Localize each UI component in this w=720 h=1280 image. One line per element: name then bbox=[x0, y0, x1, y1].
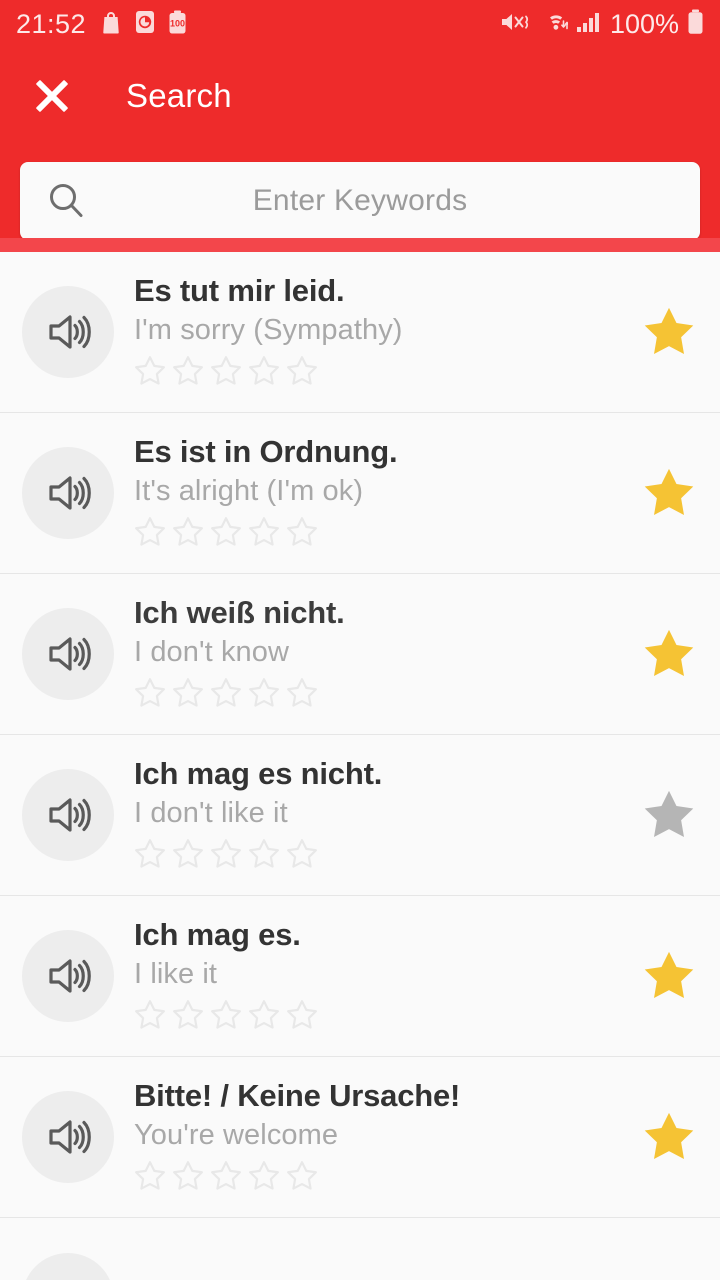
rating-star-empty[interactable] bbox=[172, 838, 204, 875]
rating-star-empty[interactable] bbox=[286, 516, 318, 553]
phrase-translation: I don't like it bbox=[134, 797, 288, 830]
favorite-star-button[interactable] bbox=[640, 1109, 698, 1165]
phrase-source: Bitte! / Keine Ursache! bbox=[134, 1077, 461, 1113]
status-bar-system-icons: 100% bbox=[500, 9, 704, 40]
rating-star-empty[interactable] bbox=[248, 1160, 280, 1197]
rating-star-empty[interactable] bbox=[210, 677, 242, 714]
search-input-placeholder: Enter Keywords bbox=[252, 184, 468, 217]
speaker-icon[interactable] bbox=[22, 1252, 114, 1280]
phrase-translation: It's alright (I'm ok) bbox=[134, 475, 364, 508]
speaker-icon[interactable] bbox=[22, 930, 114, 1022]
rating-star-empty[interactable] bbox=[210, 838, 242, 875]
rating-star-empty[interactable] bbox=[286, 838, 318, 875]
favorite-star-button[interactable] bbox=[640, 787, 698, 843]
rating-star-empty[interactable] bbox=[134, 838, 166, 875]
wifi-icon bbox=[538, 10, 570, 39]
phrase-translation: I like it bbox=[134, 958, 218, 991]
speaker-icon[interactable] bbox=[22, 447, 114, 539]
battery-saver-100-icon: 100 bbox=[168, 10, 187, 39]
rating-star-empty[interactable] bbox=[134, 999, 166, 1036]
favorite-star-button[interactable] bbox=[640, 626, 698, 682]
status-bar-time: 21:52 bbox=[16, 8, 87, 39]
list-item[interactable]: Bitte! / Keine Ursache! You're welcome bbox=[0, 1057, 720, 1218]
search-screen: 21:52 100 100% Search Enter Keywords Es … bbox=[0, 0, 720, 1280]
battery-full-icon bbox=[687, 9, 704, 40]
speaker-icon[interactable] bbox=[22, 608, 114, 700]
list-item[interactable]: Es tut mir leid. I'm sorry (Sympathy) bbox=[0, 252, 720, 413]
rating-star-empty[interactable] bbox=[172, 999, 204, 1036]
alarm-clock-icon bbox=[135, 10, 155, 39]
speaker-icon[interactable] bbox=[22, 286, 114, 378]
phrase-source: Ich weiß nicht. bbox=[134, 594, 345, 630]
rating-star-empty[interactable] bbox=[172, 516, 204, 553]
close-icon[interactable] bbox=[26, 70, 78, 122]
rating-star-empty[interactable] bbox=[210, 999, 242, 1036]
status-bar-notification-icons: 100 bbox=[100, 10, 187, 39]
list-item-text: Ich mag es. I like it bbox=[134, 916, 640, 1037]
speaker-icon[interactable] bbox=[22, 1091, 114, 1183]
favorite-star-button[interactable] bbox=[640, 304, 698, 360]
rating-star-empty[interactable] bbox=[172, 677, 204, 714]
rating-star-empty[interactable] bbox=[286, 677, 318, 714]
rating-star-empty[interactable] bbox=[134, 1160, 166, 1197]
battery-percent-label: 100% bbox=[609, 8, 679, 39]
phrase-source: Ich mag es. bbox=[134, 916, 301, 952]
list-item-text: Es ist in Ordnung. It's alright (I'm ok) bbox=[134, 433, 640, 554]
shopping-bag-icon bbox=[100, 10, 122, 39]
mute-vibrate-icon bbox=[500, 10, 530, 39]
phrase-list[interactable]: Es tut mir leid. I'm sorry (Sympathy) Es… bbox=[0, 252, 720, 1280]
rating-star-empty[interactable] bbox=[172, 355, 204, 392]
header-accent-band bbox=[0, 238, 720, 252]
rating-star-empty[interactable] bbox=[210, 355, 242, 392]
rating-stars[interactable] bbox=[134, 516, 640, 553]
search-input[interactable]: Enter Keywords bbox=[20, 162, 700, 240]
rating-stars[interactable] bbox=[134, 355, 640, 392]
list-item[interactable]: Ich mag es nicht. I don't like it bbox=[0, 735, 720, 896]
rating-star-empty[interactable] bbox=[286, 999, 318, 1036]
search-icon bbox=[20, 179, 112, 223]
rating-star-empty[interactable] bbox=[286, 355, 318, 392]
speaker-icon[interactable] bbox=[22, 769, 114, 861]
phrase-translation: I don't know bbox=[134, 636, 290, 669]
rating-star-empty[interactable] bbox=[134, 677, 166, 714]
favorite-star-button[interactable] bbox=[640, 465, 698, 521]
phrase-translation: You're welcome bbox=[134, 1119, 339, 1152]
list-item-text: Es tut mir leid. I'm sorry (Sympathy) bbox=[134, 272, 640, 393]
rating-star-empty[interactable] bbox=[134, 355, 166, 392]
list-item[interactable]: Es ist in Ordnung. It's alright (I'm ok) bbox=[0, 413, 720, 574]
rating-star-empty[interactable] bbox=[134, 516, 166, 553]
app-header: Search Enter Keywords bbox=[0, 48, 720, 252]
rating-star-empty[interactable] bbox=[286, 1160, 318, 1197]
rating-stars[interactable] bbox=[134, 1160, 640, 1197]
page-title: Search bbox=[126, 77, 232, 114]
list-item[interactable]: Es war mir ein Vergnügen. bbox=[0, 1218, 720, 1280]
phrase-translation: I'm sorry (Sympathy) bbox=[134, 314, 403, 347]
list-item[interactable]: Ich mag es. I like it bbox=[0, 896, 720, 1057]
list-item-text: Bitte! / Keine Ursache! You're welcome bbox=[134, 1077, 640, 1198]
rating-star-empty[interactable] bbox=[248, 516, 280, 553]
svg-text:100: 100 bbox=[170, 18, 185, 28]
status-bar: 21:52 100 100% bbox=[0, 0, 720, 48]
list-item[interactable]: Ich weiß nicht. I don't know bbox=[0, 574, 720, 735]
rating-star-empty[interactable] bbox=[210, 1160, 242, 1197]
phrase-source: Ich mag es nicht. bbox=[134, 755, 383, 791]
rating-stars[interactable] bbox=[134, 999, 640, 1036]
phrase-source: Es tut mir leid. bbox=[134, 272, 345, 308]
rating-star-empty[interactable] bbox=[210, 516, 242, 553]
header-bar: Search bbox=[0, 48, 720, 144]
phrase-source: Es ist in Ordnung. bbox=[134, 433, 398, 469]
rating-stars[interactable] bbox=[134, 677, 640, 714]
rating-star-empty[interactable] bbox=[248, 677, 280, 714]
list-item-text: Ich weiß nicht. I don't know bbox=[134, 594, 640, 715]
list-item-text: Ich mag es nicht. I don't like it bbox=[134, 755, 640, 876]
rating-star-empty[interactable] bbox=[248, 355, 280, 392]
rating-stars[interactable] bbox=[134, 838, 640, 875]
favorite-star-button[interactable] bbox=[640, 948, 698, 1004]
rating-star-empty[interactable] bbox=[248, 999, 280, 1036]
rating-star-empty[interactable] bbox=[248, 838, 280, 875]
cellular-signal-icon bbox=[576, 10, 602, 39]
rating-star-empty[interactable] bbox=[172, 1160, 204, 1197]
